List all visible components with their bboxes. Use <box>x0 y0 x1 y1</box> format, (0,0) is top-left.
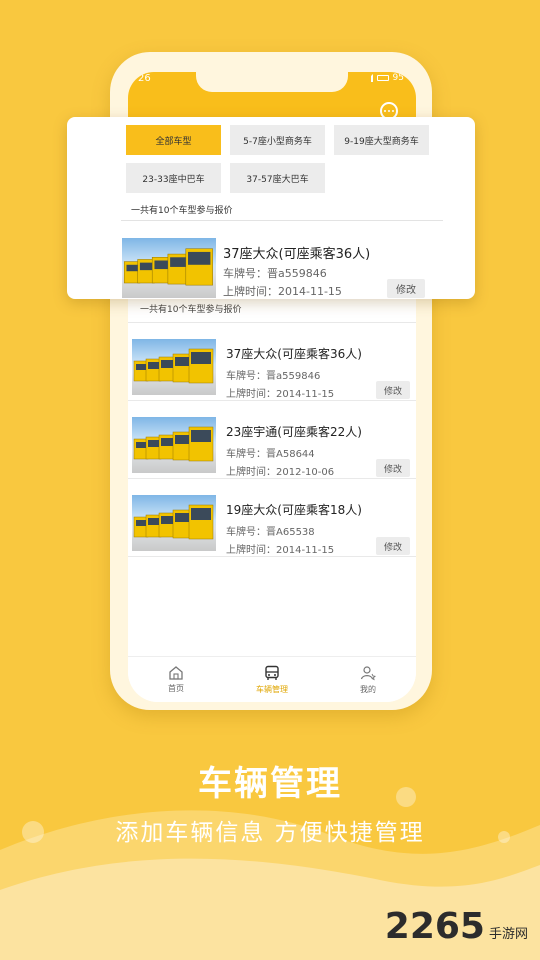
edit-button[interactable]: 修改 <box>387 279 425 298</box>
vehicle-name: 37座大众(可座乘客36人) <box>226 347 362 361</box>
bus-photo <box>132 339 216 395</box>
vehicle-count-caption: 一共有10个车型参与报价 <box>140 305 242 315</box>
divider <box>121 220 443 221</box>
filter-chip-9-19[interactable]: 9-19座大型商务车 <box>334 125 429 155</box>
vehicle-date: 上牌时间：2014-11-15 <box>226 545 335 556</box>
battery-icon <box>376 75 389 81</box>
tab-profile[interactable]: 我的 <box>320 657 416 702</box>
filter-chip-23-33[interactable]: 23-33座中巴车 <box>126 163 221 193</box>
tab-label: 车辆管理 <box>256 685 288 694</box>
app-header: 26 95 <box>128 72 416 122</box>
watermark-text: 手游网 <box>488 927 528 942</box>
vehicle-row[interactable]: 19座大众(可座乘客18人) 车牌号：晋A65538 上牌时间：2014-11-… <box>128 479 416 557</box>
vehicle-row[interactable]: 23座宇通(可座乘客22人) 车牌号：晋A58644 上牌时间：2012-10-… <box>128 401 416 479</box>
bus-photo <box>122 238 216 298</box>
wifi-icon <box>364 74 373 82</box>
tab-vehicle-management[interactable]: 车辆管理 <box>224 657 320 702</box>
vehicle-date: 上牌时间：2014-11-15 <box>226 389 335 400</box>
tab-label: 首页 <box>168 684 184 693</box>
bus-icon <box>265 665 279 680</box>
vehicle-row[interactable]: 37座大众(可座乘客36人) 车牌号：晋a559846 上牌时间：2014-11… <box>128 323 416 401</box>
tab-home[interactable]: 首页 <box>128 657 224 702</box>
bus-photo <box>132 495 216 551</box>
vehicle-date: 上牌时间：2012-10-06 <box>226 467 335 478</box>
filter-popup-card: 全部车型 5-7座小型商务车 9-19座大型商务车 23-33座中巴车 37-5… <box>67 117 475 299</box>
edit-button[interactable]: 修改 <box>376 381 410 399</box>
vehicle-plate: 车牌号：晋a559846 <box>223 267 327 280</box>
vehicle-name: 37座大众(可座乘客36人) <box>223 247 371 262</box>
vehicle-plate: 车牌号：晋a559846 <box>226 371 321 382</box>
vehicle-plate: 车牌号：晋A58644 <box>226 449 315 460</box>
tab-label: 我的 <box>360 685 376 694</box>
vehicle-name: 23座宇通(可座乘客22人) <box>226 425 362 439</box>
phone-notch <box>196 72 348 92</box>
promo-headline: 车辆管理 <box>198 764 342 804</box>
vehicle-count-caption: 一共有10个车型参与报价 <box>131 206 233 216</box>
vehicle-name: 19座大众(可座乘客18人) <box>226 503 362 517</box>
filter-chip-all[interactable]: 全部车型 <box>126 125 221 155</box>
promo-subline: 添加车辆信息 方便快捷管理 <box>115 820 425 846</box>
edit-button[interactable]: 修改 <box>376 459 410 477</box>
vehicle-plate: 车牌号：晋A65538 <box>226 527 315 538</box>
home-icon <box>169 666 183 680</box>
edit-button[interactable]: 修改 <box>376 537 410 555</box>
user-icon <box>360 666 376 681</box>
filter-chip-37-57[interactable]: 37-57座大巴车 <box>230 163 325 193</box>
filter-chip-5-7[interactable]: 5-7座小型商务车 <box>230 125 325 155</box>
site-watermark: 2265 手游网 <box>385 906 528 947</box>
vehicle-date: 上牌时间：2014-11-15 <box>223 285 342 298</box>
bottom-tab-bar: 首页 车辆管理 我的 <box>128 656 416 702</box>
watermark-number: 2265 <box>384 906 485 947</box>
battery-level: 95 <box>392 73 404 83</box>
status-icons: 95 <box>364 73 404 83</box>
status-time: 26 <box>138 73 151 84</box>
bus-photo <box>132 417 216 473</box>
